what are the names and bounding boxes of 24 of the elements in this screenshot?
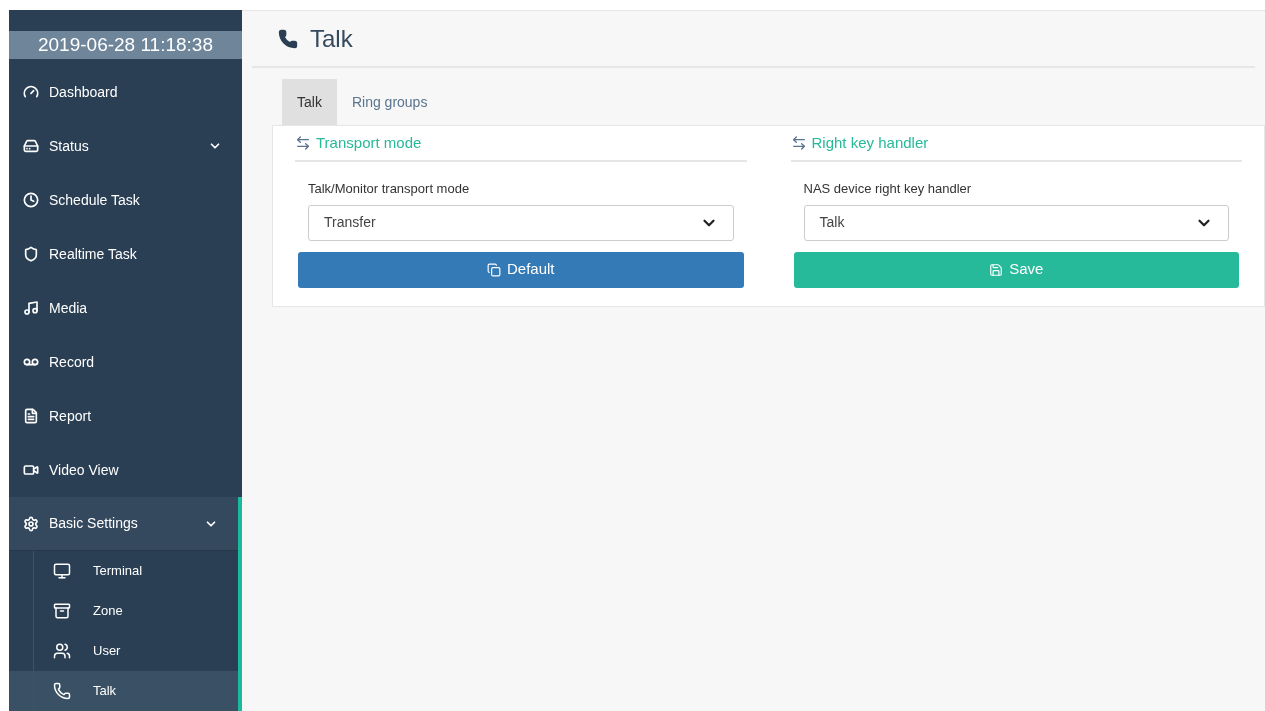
sidebar-item[interactable]: Dashboard: [9, 65, 242, 119]
select-field[interactable]: Talk: [803, 204, 1229, 241]
sidebar-item[interactable]: Record: [9, 335, 242, 389]
field-label: NAS device right key handler: [803, 180, 973, 198]
sidebar-item[interactable]: Media: [9, 281, 242, 335]
action-button[interactable]: Default: [298, 251, 744, 288]
submenu-item[interactable]: User: [9, 631, 238, 671]
section-heading: Right key handler: [811, 132, 929, 153]
submenu-item[interactable]: Talk: [9, 671, 238, 711]
sidebar-item[interactable]: Video View: [9, 443, 242, 497]
sidebar-item[interactable]: Basic Settings: [9, 497, 238, 551]
sidebar-item[interactable]: Schedule Task: [9, 173, 242, 227]
sidebar-item[interactable]: Status: [9, 119, 242, 173]
page-title: Talk: [310, 23, 353, 54]
datetime-display: 2019-06-28 11:18:38: [9, 30, 242, 60]
sidebar-item[interactable]: Realtime Task: [9, 227, 242, 281]
section-heading: Transport mode: [316, 132, 422, 153]
tab[interactable]: Ring groups: [336, 79, 443, 125]
sidebar-item[interactable]: Report: [9, 389, 242, 443]
tab[interactable]: Talk: [282, 79, 337, 125]
submenu-item[interactable]: Zone: [9, 591, 238, 631]
select-field[interactable]: Transfer: [308, 204, 734, 241]
field-label: Talk/Monitor transport mode: [308, 180, 471, 198]
submenu-item[interactable]: Terminal: [9, 551, 238, 591]
